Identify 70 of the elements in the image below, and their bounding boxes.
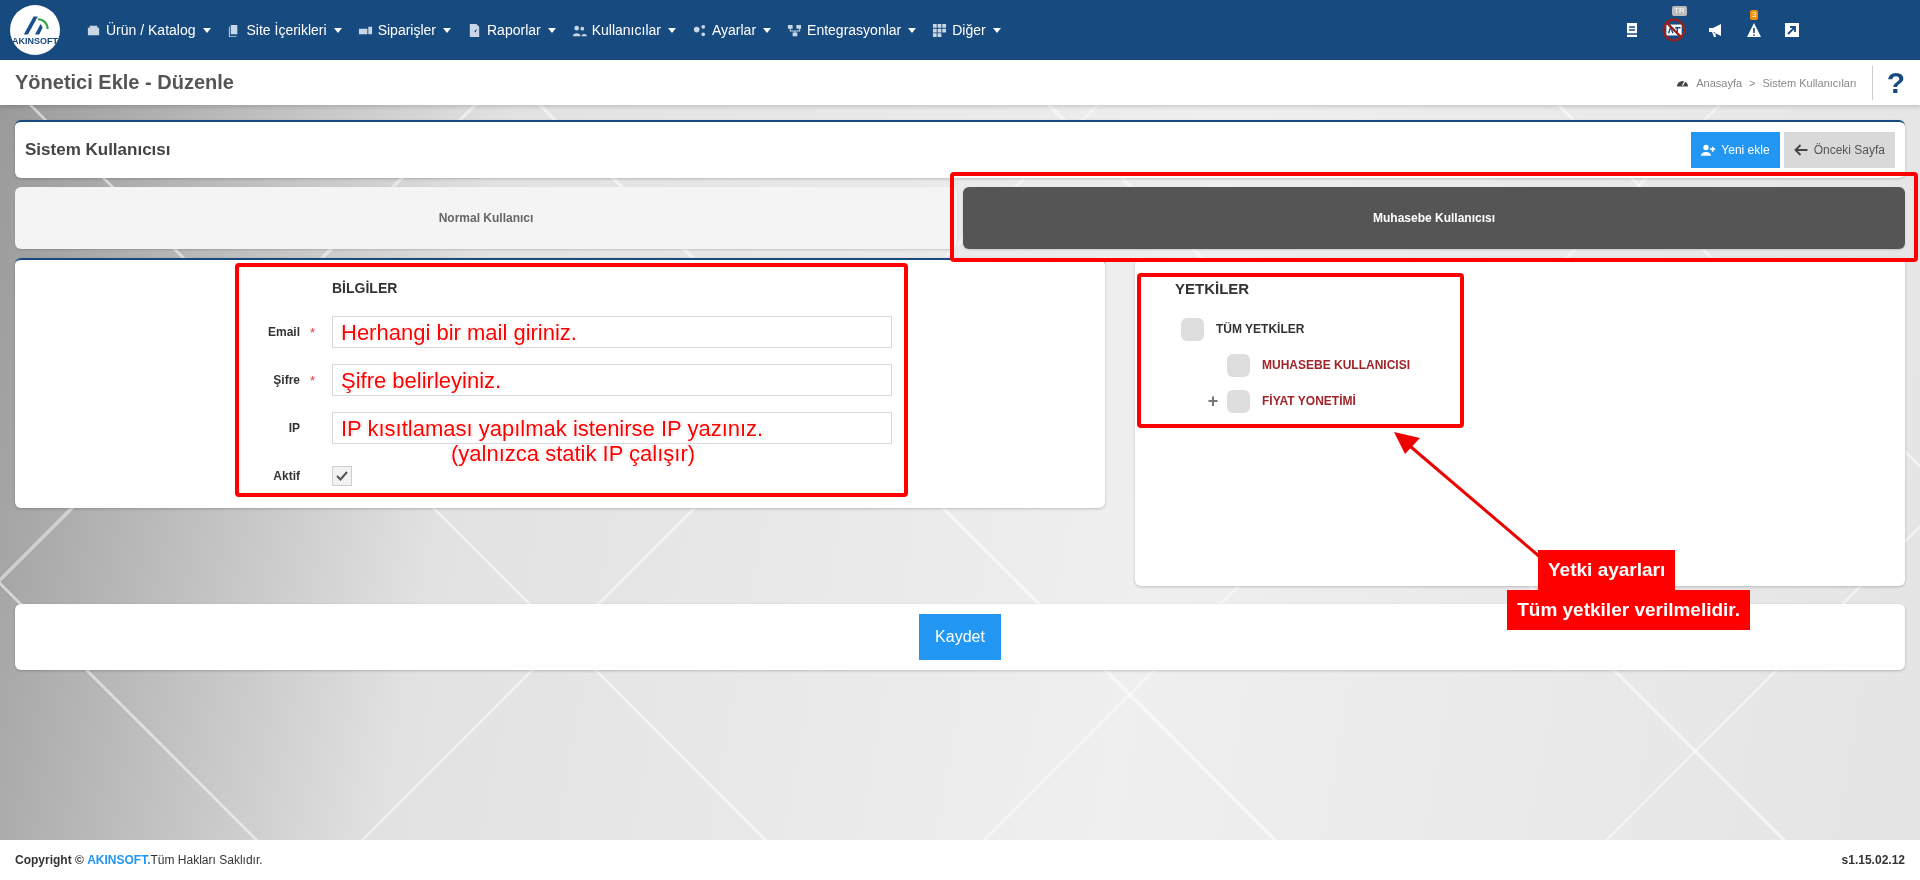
nav-menu-item[interactable]: Entegrasyonlar [787,22,917,38]
field-label: Aktif [272,469,300,483]
breadcrumb-link[interactable]: Anasayfa [1696,76,1743,89]
checkmark-icon [336,471,348,481]
card-title: Sistem Kullanıcısı [25,140,171,160]
tree-checkbox[interactable] [1181,317,1204,341]
toolbar-button[interactable] [1708,22,1724,38]
caret-icon [202,27,211,33]
nav-menu-item[interactable]: Raporlar [467,22,556,38]
user-type-tab[interactable]: Normal Kullanıcı [15,187,957,249]
caret-icon [992,27,1001,33]
caret-icon [763,27,772,33]
nav-menu-item[interactable]: Ayarlar [691,22,772,38]
callout-label: Tüm yetkiler verilmelidir. [1507,590,1750,630]
megaphone-icon [1708,22,1724,38]
tree-item-label[interactable]: MUHASEBE KULLANICISI [1262,358,1410,372]
required-mark: * [310,325,316,340]
tree-item-label[interactable]: FİYAT YONETİMİ [1262,394,1356,408]
callout-label: Yetki ayarları [1538,550,1676,590]
toolbar-button[interactable] [1784,22,1800,38]
annotation-text: Şifre belirleyiniz. [341,368,502,394]
copyright-text: Copyright © AKINSOFT.Tüm Hakları Saklıdır. [15,853,263,867]
notification-badge: 3 [1750,10,1759,20]
toolbar-button[interactable] [1624,22,1640,38]
caret-icon [667,27,676,33]
logo[interactable]: AKINSOFT [10,5,60,55]
menu-item-icon [467,22,482,38]
caret-icon [443,27,451,33]
tree-item-label[interactable]: TÜM YETKİLER [1216,322,1305,336]
input-field[interactable]: Şifre belirleyiniz. [332,364,892,396]
nav-menu-item[interactable]: Kullanıcılar [571,22,676,38]
field-label: IP [287,421,300,435]
section-heading: BİLGİLER [332,280,399,296]
tree-checkbox[interactable] [1227,389,1250,413]
menu-item-icon [787,22,803,38]
field-label: Email [267,325,300,339]
nav-menu-item[interactable]: Siparişler [357,22,451,38]
caret-icon [908,27,917,33]
annotation-text: IP kısıtlaması yapılmak istenirse IP yazınız. [341,416,764,442]
user-type-tab[interactable]: Muhasebe Kullanıcısı [963,187,1905,249]
menu-item-icon [932,22,948,38]
expand-toggle[interactable]: + [1207,390,1219,411]
caret-icon [333,27,342,33]
nav-menu-item[interactable]: Site İçerikleri [226,22,342,38]
caret-icon [547,27,556,33]
version-text: s1.15.02.12 [1841,853,1905,867]
annotation-text: Herhangi bir mail giriniz. [341,320,577,346]
logo-mark-icon [21,14,49,36]
tree-checkbox[interactable] [1227,353,1250,377]
breadcrumb-current: Sistem Kullanıcıları [1762,76,1857,89]
notification-badge: TR [1672,6,1687,16]
help-button[interactable]: ? [1871,65,1905,100]
warning-icon [1746,22,1762,38]
external-link-icon [1784,22,1800,38]
logo-text: AKINSOFT [12,35,58,46]
field-label: Şifre [272,373,300,387]
nav-menu-item[interactable]: Ürün / Katalog [86,22,211,38]
input-field[interactable]: Herhangi bir mail giriniz. [332,316,892,348]
breadcrumb-separator: > [1749,76,1756,89]
add-user-icon [1701,144,1717,156]
required-mark: * [310,373,316,388]
arrow-left-icon [1793,144,1809,156]
annotation-text: (yalnızca statik IP çalışır) [451,441,696,467]
section-heading: YETKİLER [1175,280,1251,297]
menu-item-icon [691,22,707,38]
back-button[interactable]: Önceki Sayfa [1783,132,1895,168]
checkbox[interactable] [332,466,352,486]
page-title: Yönetici Ekle - Düzenle [15,71,234,94]
nav-menu-item[interactable]: Diğer [932,22,1001,38]
document-icon [1624,22,1640,38]
